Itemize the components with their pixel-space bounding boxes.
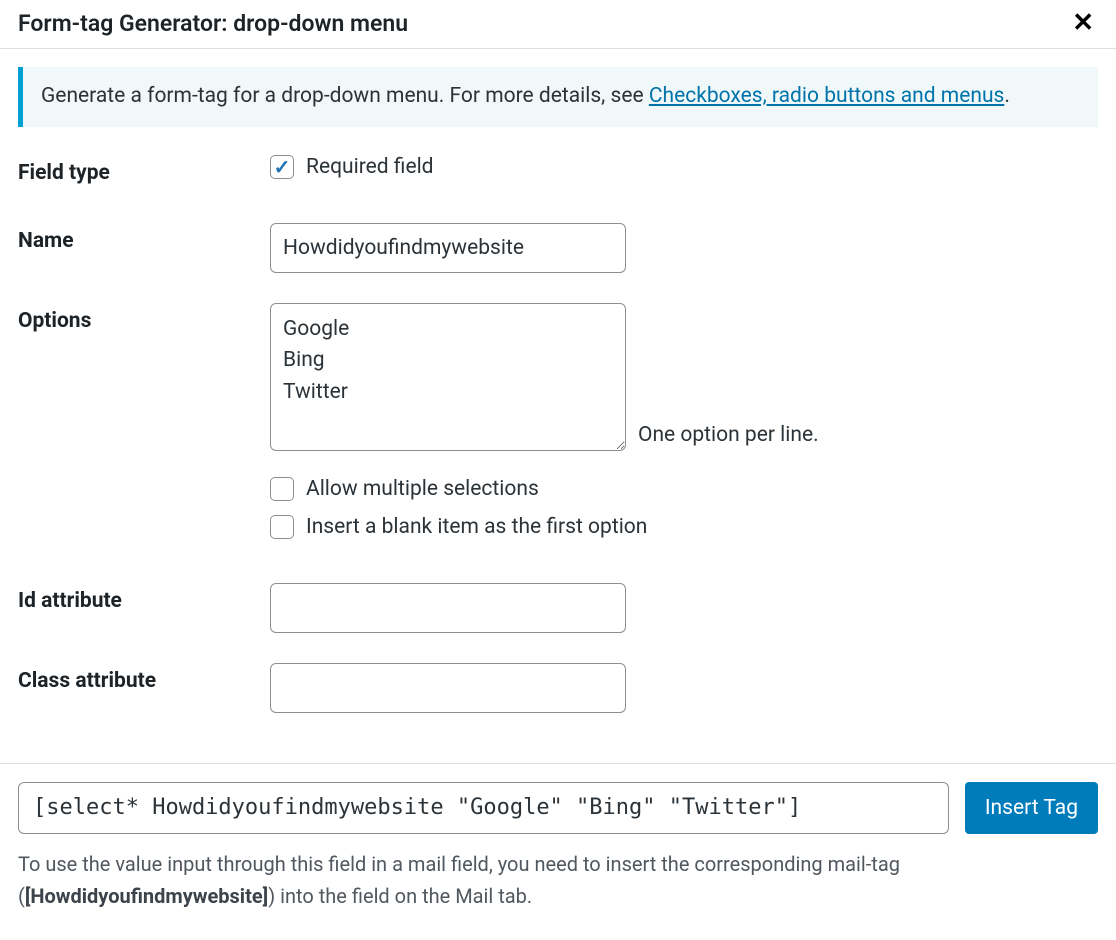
dialog-header: Form-tag Generator: drop-down menu ✕ bbox=[0, 0, 1116, 49]
close-icon[interactable]: ✕ bbox=[1068, 8, 1098, 38]
class-attribute-input[interactable] bbox=[270, 663, 626, 713]
info-link[interactable]: Checkboxes, radio buttons and menus bbox=[649, 84, 1005, 108]
generated-tag-output[interactable] bbox=[18, 782, 949, 834]
dialog-title: Form-tag Generator: drop-down menu bbox=[18, 10, 408, 37]
name-input[interactable] bbox=[270, 223, 626, 273]
allow-multiple-label: Allow multiple selections bbox=[306, 477, 539, 501]
insert-tag-button[interactable]: Insert Tag bbox=[965, 782, 1098, 834]
label-id-attribute: Id attribute bbox=[18, 583, 270, 613]
allow-multiple-checkbox[interactable] bbox=[270, 477, 294, 501]
footer-note-part2: ) into the field on the Mail tab. bbox=[268, 884, 532, 908]
info-box: Generate a form-tag for a drop-down menu… bbox=[18, 67, 1098, 127]
label-options: Options bbox=[18, 303, 270, 333]
footer-note: To use the value input through this fiel… bbox=[18, 848, 1098, 912]
options-hint: One option per line. bbox=[638, 423, 819, 451]
row-options: Options One option per line. Allow multi… bbox=[18, 303, 1098, 553]
label-name: Name bbox=[18, 223, 270, 253]
required-label: Required field bbox=[306, 155, 434, 179]
row-name: Name bbox=[18, 223, 1098, 273]
required-checkbox[interactable] bbox=[270, 155, 294, 179]
dialog-footer: Insert Tag To use the value input throug… bbox=[0, 763, 1116, 924]
blank-first-checkbox[interactable] bbox=[270, 515, 294, 539]
form-body: Field type Required field Name Options O… bbox=[0, 155, 1116, 763]
row-field-type: Field type Required field bbox=[18, 155, 1098, 193]
footer-note-mailtag: [Howdidyoufindmywebsite] bbox=[25, 884, 268, 908]
info-period: . bbox=[1004, 84, 1010, 108]
id-attribute-input[interactable] bbox=[270, 583, 626, 633]
options-textarea[interactable] bbox=[270, 303, 626, 451]
label-field-type: Field type bbox=[18, 155, 270, 185]
label-class-attribute: Class attribute bbox=[18, 663, 270, 693]
blank-first-label: Insert a blank item as the first option bbox=[306, 515, 647, 539]
info-text: Generate a form-tag for a drop-down menu… bbox=[41, 84, 649, 108]
row-class-attribute: Class attribute bbox=[18, 663, 1098, 713]
row-id-attribute: Id attribute bbox=[18, 583, 1098, 633]
